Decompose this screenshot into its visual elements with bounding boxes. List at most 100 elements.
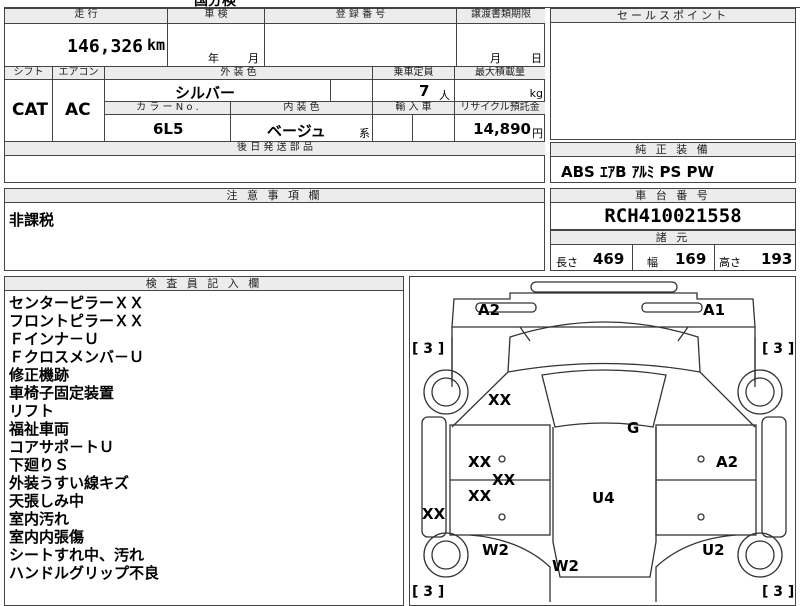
remark-item: 外装うすい線キズ — [9, 474, 130, 492]
recycle-cell: 14,890 円 — [455, 115, 545, 142]
diagram-label: [ 3 ] — [762, 341, 795, 357]
mileage-cell: 146,326 km — [5, 24, 168, 67]
mileage-unit: km — [146, 36, 165, 54]
load-unit: kg — [529, 87, 543, 100]
spec-height: 高さ 193 — [715, 245, 796, 271]
diagram-label: XX — [492, 471, 516, 489]
shift-header: シフト — [5, 67, 53, 80]
notes-value: 非課税 — [9, 211, 55, 229]
chassis-value: RCH410021558 — [604, 205, 742, 227]
remark-item: 天張しみ中 — [9, 492, 85, 510]
diagram-label: U2 — [702, 541, 725, 559]
remark-item: センターピラーＸＸ — [9, 294, 145, 312]
transfer-header: 譲渡書類期限 — [457, 9, 545, 24]
recycle-unit: 円 — [532, 127, 543, 140]
shift-value: CAT — [12, 100, 48, 120]
diagram-label: XX — [488, 391, 512, 409]
inspection-header: 車 検 — [168, 9, 265, 24]
diagram-label: W2 — [482, 541, 509, 559]
color-no-cell: 6L5 — [105, 115, 231, 142]
interior-suffix: 系 — [359, 127, 370, 140]
import-cell-b — [413, 115, 455, 142]
ac-header: エアコン — [53, 67, 105, 80]
inspection-cell: 年 月 — [168, 24, 265, 67]
specs-box: 諸 元 長さ 469 幅 169 高さ 193 — [550, 230, 796, 271]
load-header: 最大積載量 — [455, 67, 545, 80]
remark-item: 修正機跡 — [9, 366, 70, 384]
top-strip: 国分検 — [4, 0, 800, 8]
diagram-label: A1 — [703, 301, 726, 319]
capacity-header: 乗車定員 — [373, 67, 455, 80]
car-outline-diagram — [421, 281, 787, 602]
spec-width-label: 幅 — [647, 256, 658, 269]
remark-item: リフト — [9, 402, 55, 420]
notes-header: 注 意 事 項 欄 — [5, 189, 544, 203]
shift-cell: CAT — [5, 80, 53, 142]
equipment-value: ABS ｴｱB ｱﾙﾐ PS PW — [561, 163, 715, 181]
later-parts-header: 後 日 発 送 部 品 — [5, 142, 545, 156]
spec-length-label: 長さ — [556, 256, 578, 269]
color-no-header: カ ラ ー N o . — [105, 102, 231, 115]
inspection-year: 年 — [208, 52, 219, 65]
registration-header: 登 録 番 号 — [265, 9, 457, 24]
remark-item: ハンドルグリップ不良 — [9, 564, 160, 582]
diagram-label: W2 — [552, 557, 579, 575]
capacity-cell: 7 人 — [373, 80, 455, 102]
mileage-value: 146,326 — [67, 36, 143, 57]
transfer-month: 月 — [490, 52, 501, 65]
equipment-header: 純 正 装 備 — [551, 143, 795, 157]
spec-length: 長さ 469 — [551, 245, 633, 271]
diagram-label: XX — [468, 487, 492, 505]
remark-item: フロントピラーＸＸ — [9, 312, 145, 330]
notes-box: 注 意 事 項 欄 非課税 — [4, 188, 545, 271]
diagram-label: [ 3 ] — [412, 341, 445, 357]
chassis-box: 車 台 番 号 RCH410021558 — [550, 188, 796, 230]
diagram-label: [ 3 ] — [412, 584, 445, 600]
exterior-extra-cell — [331, 80, 373, 102]
remark-item: Ｆインナ－Ｕ — [9, 330, 100, 348]
load-cell: kg — [455, 80, 545, 102]
spec-height-label: 高さ — [719, 256, 741, 269]
recycle-header: リサイクル預託金 — [455, 102, 545, 115]
summary-block: 走 行 車 検 登 録 番 号 譲渡書類期限 146,326 km 年 月 月 … — [4, 8, 545, 183]
import-header: 輸 入 車 — [373, 102, 455, 115]
damage-diagram: A2 A1[ 3 ][ 3 ] XX G XX XX A2 XX U4 XX W2 U2 W2[ 3 ]… — [409, 276, 796, 606]
diagram-label: XX — [422, 505, 446, 523]
sales-point-box: セールスポイント — [550, 8, 796, 140]
chassis-header: 車 台 番 号 — [551, 189, 795, 203]
remark-item: 室内汚れ — [9, 510, 70, 528]
spec-width: 幅 169 — [633, 245, 715, 271]
diagram-label: XX — [468, 453, 492, 471]
remark-item: Ｆクロスメンバ－Ｕ — [9, 348, 145, 366]
recycle-value: 14,890 — [473, 120, 531, 138]
exterior-header: 外 装 色 — [105, 67, 373, 80]
interior-header: 内 装 色 — [231, 102, 373, 115]
ac-value: AC — [65, 100, 91, 120]
capacity-unit: 人 — [439, 89, 450, 102]
specs-header: 諸 元 — [551, 231, 795, 245]
registration-cell — [265, 24, 457, 67]
transfer-day: 日 — [531, 52, 542, 65]
spec-height-value: 193 — [761, 250, 793, 268]
diagram-label: A2 — [716, 453, 739, 471]
inspector-remarks: センターピラーＸＸ フロントピラーＸＸ Ｆインナ－Ｕ Ｆクロスメンバ－Ｕ 修正機跡 車椅子… — [9, 294, 159, 582]
remark-item: 福祉車両 — [9, 420, 70, 438]
diagram-label: U4 — [592, 489, 615, 507]
exterior-value: シルバー — [175, 84, 236, 102]
capacity-value: 7 — [419, 82, 430, 100]
interior-cell: ベージュ 系 — [231, 115, 373, 142]
color-no-value: 6L5 — [153, 120, 184, 138]
top-strip-text: 国分検 — [194, 0, 236, 8]
inspector-box: 検 査 員 記 入 欄 センターピラーＸＸ フロントピラーＸＸ Ｆインナ－Ｕ Ｆクロス… — [4, 276, 404, 606]
inspector-header: 検 査 員 記 入 欄 — [5, 277, 403, 291]
diagram-label: [ 3 ] — [762, 584, 795, 600]
spec-length-value: 469 — [593, 250, 625, 268]
diagram-label: G — [627, 419, 640, 437]
spec-width-value: 169 — [675, 250, 707, 268]
exterior-cell: シルバー — [105, 80, 331, 102]
interior-value: ベージュ — [267, 122, 326, 140]
remark-item: シートすれ中、汚れ — [9, 546, 145, 564]
equipment-box: 純 正 装 備 ABS ｴｱB ｱﾙﾐ PS PW — [550, 142, 796, 183]
import-cell-a — [373, 115, 413, 142]
diagram-label: A2 — [478, 301, 501, 319]
